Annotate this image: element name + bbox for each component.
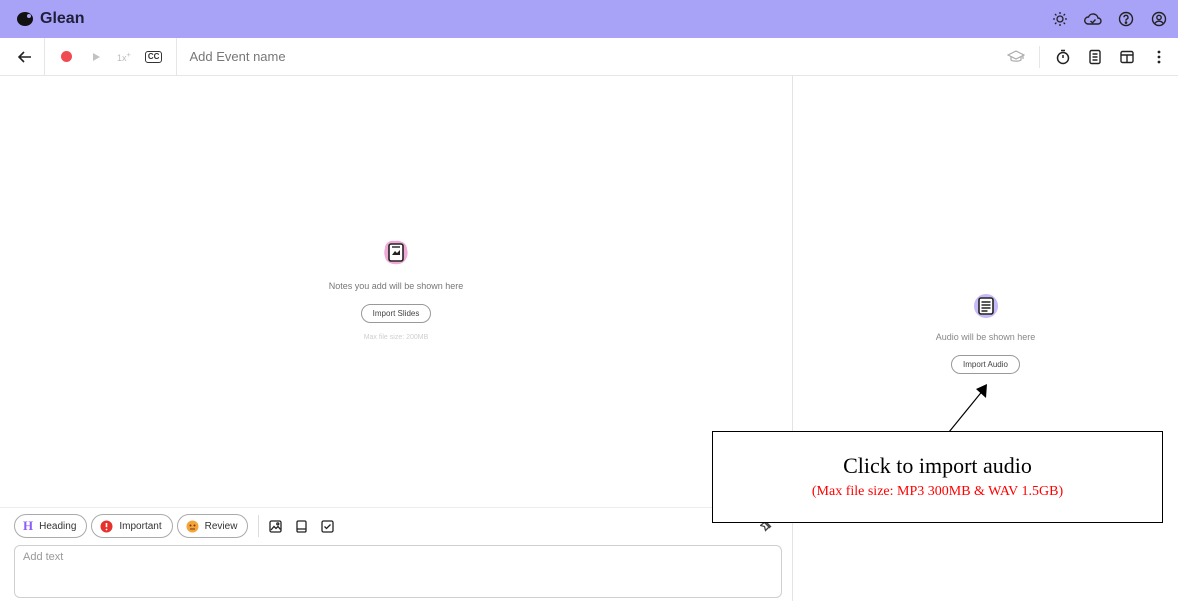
important-chip-label: Important [119, 520, 162, 532]
important-chip[interactable]: Important [91, 514, 173, 538]
speed-superscript: + [126, 50, 131, 59]
more-options-icon[interactable] [1150, 48, 1168, 66]
slides-placeholder-icon [381, 238, 411, 268]
heading-chip[interactable]: H Heading [14, 514, 88, 538]
slides-max-size: Max file size: 200MB [363, 334, 429, 341]
note-text-input[interactable]: Add text [14, 545, 782, 598]
annotation-arrow [948, 384, 987, 433]
event-name-input[interactable]: Add Event name [189, 49, 285, 64]
insert-checklist-icon[interactable] [321, 519, 335, 533]
review-chip-label: Review [204, 520, 238, 532]
import-audio-button[interactable]: Import Audio [951, 355, 1020, 374]
cloud-sync-icon[interactable] [1084, 10, 1102, 28]
app-name: Glean [40, 10, 85, 27]
help-icon[interactable] [1117, 10, 1135, 28]
toolbar-divider [1039, 45, 1040, 68]
format-divider [258, 515, 260, 537]
play-button[interactable] [87, 48, 105, 66]
layout-icon[interactable] [1118, 48, 1136, 66]
notes-empty-text: Notes you add will be shown here [328, 281, 464, 291]
app-header: Glean [0, 0, 1178, 38]
insert-image-icon[interactable] [269, 519, 283, 533]
annotation-callout: Click to import audio (Max file size: MP… [712, 431, 1163, 523]
speed-label: 1x [117, 53, 127, 63]
import-slides-button[interactable]: Import Slides [360, 304, 432, 323]
annotation-subtitle: (Max file size: MP3 300MB & WAV 1.5GB) [811, 484, 1064, 499]
note-format-bar: H Heading Important Review [0, 507, 792, 544]
app-logo[interactable]: Glean [16, 10, 84, 28]
audio-placeholder-icon [973, 293, 999, 319]
event-toolbar: 1x+ CC Add Event name [0, 38, 1178, 76]
notes-empty-state: Notes you add will be shown here Import … [0, 238, 792, 341]
back-arrow-icon[interactable] [16, 48, 34, 66]
toolbar-divider [176, 38, 178, 75]
review-icon [186, 520, 199, 533]
graduation-cap-icon[interactable] [1007, 48, 1025, 66]
notes-document-icon[interactable] [1086, 48, 1104, 66]
captions-button[interactable]: CC [144, 50, 163, 63]
annotation-title: Click to import audio [843, 453, 1032, 478]
account-icon[interactable] [1150, 10, 1168, 28]
brightness-icon[interactable] [1051, 10, 1069, 28]
record-button[interactable] [57, 48, 75, 66]
playback-speed-button[interactable]: 1x+ [117, 50, 131, 63]
play-icon [92, 52, 100, 61]
audio-empty-state: Audio will be shown here Import Audio [793, 293, 1178, 374]
important-icon [100, 520, 113, 533]
toolbar-divider [44, 38, 45, 75]
record-icon [60, 51, 72, 62]
heading-icon: H [23, 518, 34, 533]
timer-icon[interactable] [1054, 48, 1072, 66]
insert-card-icon[interactable] [296, 519, 308, 533]
review-chip[interactable]: Review [176, 514, 249, 538]
heading-chip-label: Heading [39, 520, 77, 532]
audio-empty-text: Audio will be shown here [935, 332, 1036, 342]
glean-logo-icon [16, 10, 34, 28]
